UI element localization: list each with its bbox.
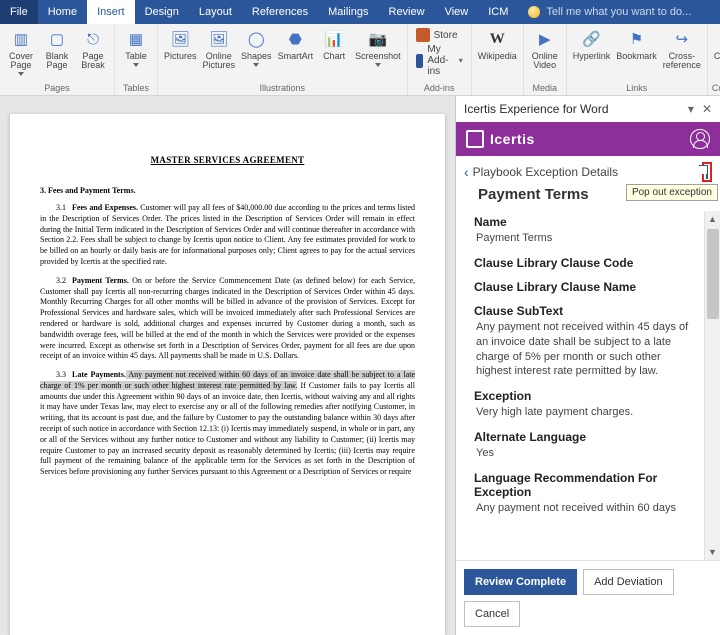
- pane-footer: Review Complete Add Deviation Cancel: [456, 560, 720, 635]
- doc-title: MASTER SERVICES AGREEMENT: [40, 154, 415, 166]
- ribbon-insert: ▥CoverPage ▢BlankPage ⎋PageBreak Pages ▦…: [0, 24, 720, 96]
- lightbulb-icon: [528, 6, 540, 18]
- blank-page-button[interactable]: ▢BlankPage: [40, 26, 74, 78]
- breadcrumb-label: Playbook Exception Details: [473, 165, 618, 179]
- my-addins-button[interactable]: My Add-ins ▾: [416, 44, 463, 77]
- group-wiki: WWikipedia: [472, 24, 524, 95]
- cancel-button[interactable]: Cancel: [464, 601, 520, 627]
- wikipedia-button[interactable]: WWikipedia: [476, 26, 519, 63]
- back-button[interactable]: ‹ Playbook Exception Details: [464, 164, 618, 180]
- brand-name: Icertis: [490, 131, 535, 147]
- store-button[interactable]: Store: [416, 28, 463, 42]
- pane-menu-icon[interactable]: ▾: [688, 102, 694, 116]
- menu-home[interactable]: Home: [38, 0, 87, 24]
- document-page[interactable]: MASTER SERVICES AGREEMENT 3. Fees and Pa…: [10, 114, 445, 635]
- group-media: ▶OnlineVideo Media: [524, 24, 567, 95]
- group-links: 🔗Hyperlink ⚑Bookmark ↪Cross-reference Li…: [567, 24, 708, 95]
- review-complete-button[interactable]: Review Complete: [464, 569, 577, 595]
- menu-layout[interactable]: Layout: [189, 0, 242, 24]
- menu-review[interactable]: Review: [379, 0, 435, 24]
- group-comments: 💬Comment Comments: [708, 24, 720, 95]
- langrec-value: Any payment not received within 60 days: [474, 501, 690, 516]
- document-area[interactable]: MASTER SERVICES AGREEMENT 3. Fees and Pa…: [0, 96, 455, 635]
- online-pictures-button[interactable]: 🖼OnlinePictures: [201, 26, 238, 72]
- group-links-label: Links: [571, 83, 703, 95]
- group-addins: Store My Add-ins ▾ Add-ins: [408, 24, 472, 95]
- chart-button[interactable]: 📊Chart: [317, 26, 351, 72]
- group-illustrations-label: Illustrations: [162, 83, 403, 95]
- clause-name-label: Clause Library Clause Name: [474, 280, 690, 294]
- workspace: MASTER SERVICES AGREEMENT 3. Fees and Pa…: [0, 96, 720, 635]
- pane-title: Icertis Experience for Word: [464, 102, 609, 116]
- cross-reference-button[interactable]: ↪Cross-reference: [661, 26, 703, 72]
- menu-icm[interactable]: ICM: [478, 0, 518, 24]
- menu-insert[interactable]: Insert: [87, 0, 135, 24]
- pane-content: Name Payment Terms Clause Library Clause…: [456, 211, 704, 560]
- altlang-value: Yes: [474, 446, 690, 461]
- group-media-label: Media: [528, 83, 562, 95]
- group-tables-label: Tables: [119, 83, 153, 95]
- comment-button[interactable]: 💬Comment: [712, 26, 720, 63]
- group-addins-label: Add-ins: [412, 83, 467, 95]
- tell-me-placeholder: Tell me what you want to do...: [546, 6, 691, 18]
- pane-body: Name Payment Terms Clause Library Clause…: [456, 211, 720, 560]
- exception-value: Very high late payment charges.: [474, 405, 690, 420]
- clause-code-label: Clause Library Clause Code: [474, 256, 690, 270]
- exception-label: Exception: [474, 389, 690, 403]
- icertis-task-pane: Icertis Experience for Word ▾ ✕ Icertis …: [455, 96, 720, 635]
- add-deviation-button[interactable]: Add Deviation: [583, 569, 674, 595]
- brand-bar: Icertis: [456, 122, 720, 156]
- menu-references[interactable]: References: [242, 0, 318, 24]
- hyperlink-button[interactable]: 🔗Hyperlink: [571, 26, 613, 72]
- name-value: Payment Terms: [474, 231, 690, 246]
- scroll-down-icon[interactable]: ▼: [705, 544, 720, 560]
- pane-close-icon[interactable]: ✕: [702, 102, 712, 116]
- pictures-button[interactable]: 🖼Pictures: [162, 26, 199, 72]
- menu-design[interactable]: Design: [135, 0, 189, 24]
- scroll-thumb[interactable]: [707, 229, 719, 319]
- menu-tabs: File Home Insert Design Layout Reference…: [0, 0, 518, 24]
- chevron-left-icon: ‹: [464, 164, 469, 180]
- group-pages: ▥CoverPage ▢BlankPage ⎋PageBreak Pages: [0, 24, 115, 95]
- subtext-label: Clause SubText: [474, 304, 690, 318]
- group-wiki-label: [476, 83, 519, 95]
- popout-icon[interactable]: [706, 165, 708, 179]
- pane-scrollbar[interactable]: ▲ ▼: [704, 211, 720, 560]
- screenshot-button[interactable]: 📷Screenshot: [353, 26, 403, 72]
- group-illustrations: 🖼Pictures 🖼OnlinePictures ◯Shapes ⬣Smart…: [158, 24, 408, 95]
- shapes-button[interactable]: ◯Shapes: [239, 26, 274, 72]
- online-video-button[interactable]: ▶OnlineVideo: [528, 26, 562, 72]
- para-3-1: 3.1Fees and Expenses. Customer will pay …: [40, 203, 415, 268]
- subtext-value: Any payment not received within 45 days …: [474, 320, 690, 379]
- name-label: Name: [474, 215, 690, 229]
- page-break-button[interactable]: ⎋PageBreak: [76, 26, 110, 78]
- popout-tooltip: Pop out exception: [626, 184, 718, 201]
- altlang-label: Alternate Language: [474, 430, 690, 444]
- brand-logo-icon: [466, 130, 484, 148]
- smartart-button[interactable]: ⬣SmartArt: [276, 26, 316, 72]
- table-button[interactable]: ▦Table: [119, 26, 153, 69]
- pane-header: ‹ Playbook Exception Details Pop out exc…: [456, 156, 720, 184]
- para-3-3: 3.3Late Payments. Any payment not receiv…: [40, 370, 415, 478]
- para-3-2: 3.2Payment Terms. On or before the Servi…: [40, 276, 415, 362]
- user-profile-icon[interactable]: [690, 129, 710, 149]
- group-tables: ▦Table Tables: [115, 24, 158, 95]
- menu-bar: File Home Insert Design Layout Reference…: [0, 0, 720, 24]
- scroll-up-icon[interactable]: ▲: [705, 211, 720, 227]
- section-3-heading: 3. Fees and Payment Terms.: [40, 186, 415, 197]
- store-icon: [416, 28, 430, 42]
- cover-page-button[interactable]: ▥CoverPage: [4, 26, 38, 78]
- group-comments-label: Comments: [712, 83, 720, 95]
- menu-file[interactable]: File: [0, 0, 38, 24]
- group-pages-label: Pages: [4, 83, 110, 95]
- popout-highlight: [702, 162, 712, 182]
- menu-mailings[interactable]: Mailings: [318, 0, 378, 24]
- langrec-label: Language Recommendation For Exception: [474, 471, 690, 499]
- addins-icon: [416, 54, 424, 68]
- tell-me-search[interactable]: Tell me what you want to do...: [518, 0, 691, 24]
- menu-view[interactable]: View: [435, 0, 479, 24]
- bookmark-button[interactable]: ⚑Bookmark: [614, 26, 659, 72]
- pane-titlebar: Icertis Experience for Word ▾ ✕: [456, 96, 720, 122]
